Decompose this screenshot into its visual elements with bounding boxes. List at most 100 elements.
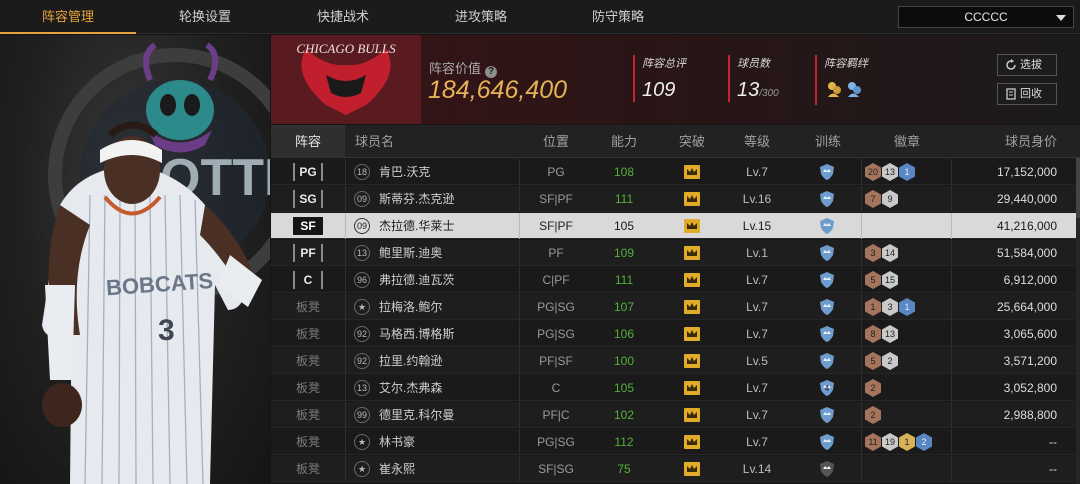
training-shield-icon[interactable] [818,163,836,181]
badge-icon: 1 [899,433,915,451]
chevron-down-icon [1056,15,1066,21]
table-row[interactable]: 板凳 13 艾尔.杰弗森 C 105 Lv.7 4 2 3,052,800 [271,375,1080,401]
table-scrollbar[interactable] [1076,158,1080,484]
player-name[interactable]: 德里克.科尔曼 [379,402,454,428]
header-value[interactable]: 球员身价 [961,125,1057,158]
player-ability: 106 [613,327,635,341]
stat-overall: 阵容总评 109 [633,55,686,102]
player-level: Lv.7 [746,165,768,179]
player-name[interactable]: 林书豪 [379,429,415,455]
refresh-icon [1006,59,1016,70]
player-name[interactable]: 肯巴.沃克 [379,159,430,185]
table-row[interactable]: 板凳 99 德里克.科尔曼 PF|C 102 Lv.7 2 2,988,800 [271,402,1080,428]
training-shield-icon[interactable] [818,217,836,235]
column-divider [519,294,520,320]
player-value: 41,216,000 [996,219,1057,233]
crown-icon[interactable] [684,300,700,314]
badge-icon: 20 [865,163,881,181]
badge-icon: 7 [865,190,881,208]
table-row[interactable]: SF 09 杰拉德.华莱士 SF|PF 105 Lv.15 41,216,000 [271,213,1080,239]
badge-icon: 15 [882,271,898,289]
player-name[interactable]: 杰拉德.华莱士 [379,213,454,239]
bench-label: 板凳 [295,354,320,368]
crown-icon[interactable] [684,165,700,179]
crown-icon[interactable] [684,219,700,233]
tab-lineup-management[interactable]: 阵容管理 [0,0,136,34]
select-button[interactable]: 选拔 [997,54,1057,76]
badge-icon: 9 [882,190,898,208]
training-shield-icon[interactable] [818,190,836,208]
header-badges[interactable]: 徽章 [875,125,939,158]
crown-icon[interactable] [684,246,700,260]
player-name[interactable]: 斯蒂芬.杰克逊 [379,186,454,212]
tab-defense-strategy[interactable]: 防守策略 [550,0,686,34]
player-name[interactable]: 马格西.博格斯 [379,321,454,347]
table-row[interactable]: PG 18 肯巴.沃克 PG 108 Lv.7 20 13 1 17,152,000 [271,159,1080,185]
crown-icon[interactable] [684,381,700,395]
stat-chemistry-icons[interactable] [824,79,868,105]
crown-icon[interactable] [684,273,700,287]
tab-offense-strategy[interactable]: 进攻策略 [412,0,550,34]
training-shield-icon[interactable] [818,325,836,343]
header-training[interactable]: 训练 [805,125,851,158]
header-level[interactable]: 等级 [727,125,787,158]
roster-table: 阵容 球员名 位置 能力 突破 等级 训练 徽章 球员身价 PG 18 肯巴.沃克 P… [271,125,1080,484]
player-name[interactable]: 艾尔.杰弗森 [379,375,442,401]
training-shield-icon[interactable]: 4 [818,379,836,397]
stat-player-count-label: 球员数 [737,58,770,70]
training-shield-icon[interactable] [818,433,836,451]
team-select-dropdown[interactable]: CCCCC [898,6,1074,28]
recycle-button[interactable]: 回收 [997,83,1057,105]
bench-label: 板凳 [295,327,320,341]
table-row[interactable]: C 96 弗拉德.迪瓦茨 C|PF 111 Lv.7 5 15 6,912,000 [271,267,1080,293]
badge-icon: 13 [882,163,898,181]
player-name[interactable]: 鲍里斯.迪奥 [379,240,442,266]
scrollbar-thumb[interactable] [1076,158,1080,218]
player-level: Lv.14 [742,462,772,476]
crown-icon[interactable] [684,435,700,449]
player-value: -- [1049,435,1057,449]
training-shield-icon[interactable] [818,460,836,478]
crown-icon[interactable] [684,462,700,476]
table-row[interactable]: 板凳 ★ 崔永熙 SF|SG 75 Lv.14 -- [271,456,1080,482]
header-breakthrough[interactable]: 突破 [669,125,715,158]
training-shield-icon[interactable] [818,352,836,370]
column-divider [951,267,952,293]
star-icon: ★ [354,299,370,315]
table-row[interactable]: 板凳 ★ 拉梅洛.鲍尔 PG|SG 107 Lv.7 1 3 1 25,664,000 [271,294,1080,320]
tab-rotation-settings[interactable]: 轮换设置 [136,0,274,34]
select-button-label: 选拔 [1020,59,1042,71]
header-position[interactable]: 位置 [521,125,591,158]
header-lineup[interactable]: 阵容 [271,125,345,158]
column-divider [951,213,952,239]
crown-icon[interactable] [684,192,700,206]
table-row[interactable]: 板凳 92 马格西.博格斯 PG|SG 106 Lv.7 8 13 3,065,600 [271,321,1080,347]
column-divider [345,213,346,239]
tab-quick-tactics[interactable]: 快捷战术 [274,0,412,34]
bench-label: 板凳 [295,408,320,422]
stat-chemistry-label: 阵容羁绊 [824,58,868,70]
column-divider [861,456,862,482]
player-name[interactable]: 拉里.约翰逊 [379,348,442,374]
training-shield-icon[interactable] [818,298,836,316]
player-name[interactable]: 弗拉德.迪瓦茨 [379,267,454,293]
table-row[interactable]: 板凳 92 拉里.约翰逊 PF|SF 100 Lv.5 5 2 3,571,200 [271,348,1080,374]
training-shield-icon[interactable] [818,244,836,262]
table-row[interactable]: 板凳 ★ 林书豪 PG|SG 112 Lv.7 11 19 1 2 -- [271,429,1080,455]
player-name[interactable]: 拉梅洛.鲍尔 [379,294,442,320]
column-divider [519,429,520,455]
crown-icon[interactable] [684,408,700,422]
bench-label: 板凳 [295,300,320,314]
training-shield-icon[interactable] [818,406,836,424]
training-shield-icon[interactable] [818,271,836,289]
table-row[interactable]: PF 13 鲍里斯.迪奥 PF 109 Lv.1 3 14 51,584,000 [271,240,1080,266]
player-name[interactable]: 崔永熙 [379,456,415,482]
header-name[interactable]: 球员名 [355,125,394,158]
header-ability[interactable]: 能力 [601,125,647,158]
crown-icon[interactable] [684,354,700,368]
player-value: 17,152,000 [996,165,1057,179]
crown-icon[interactable] [684,327,700,341]
table-row[interactable]: SG 09 斯蒂芬.杰克逊 SF|PF 111 Lv.16 7 9 29,440,000 [271,186,1080,212]
player-ability: 111 [614,273,634,287]
column-divider [861,294,862,320]
